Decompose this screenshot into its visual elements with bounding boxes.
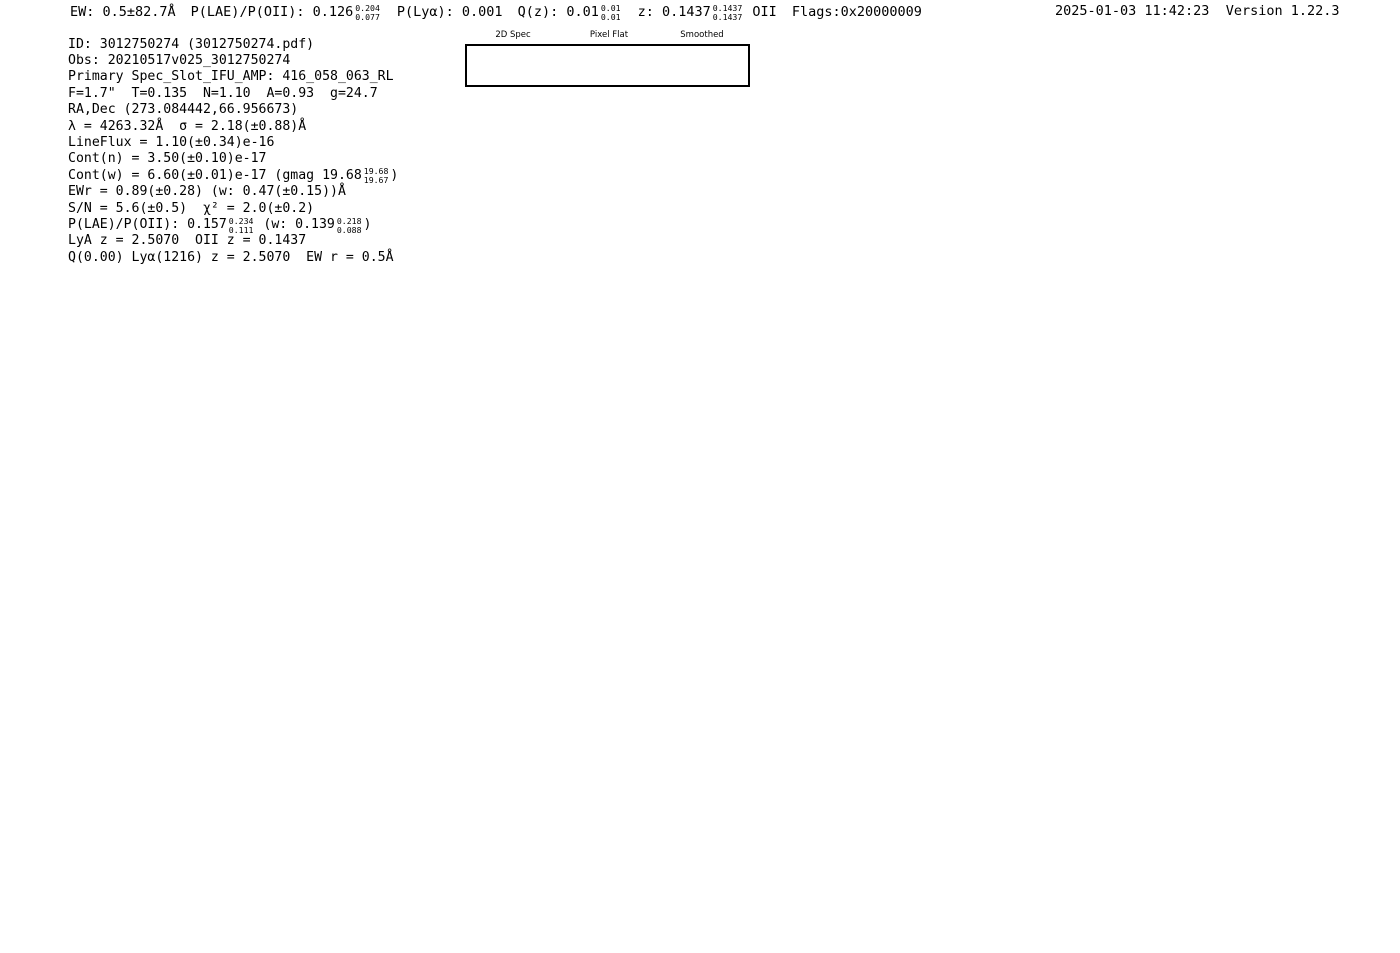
elixer-report-page: EW: 0.5±82.7Å P(LAE)/P(OII): 0.126 0.204 0.… <box>0 0 1400 953</box>
spectra-plots-svg <box>0 0 1400 953</box>
bottom-blue-bar <box>90 945 237 953</box>
